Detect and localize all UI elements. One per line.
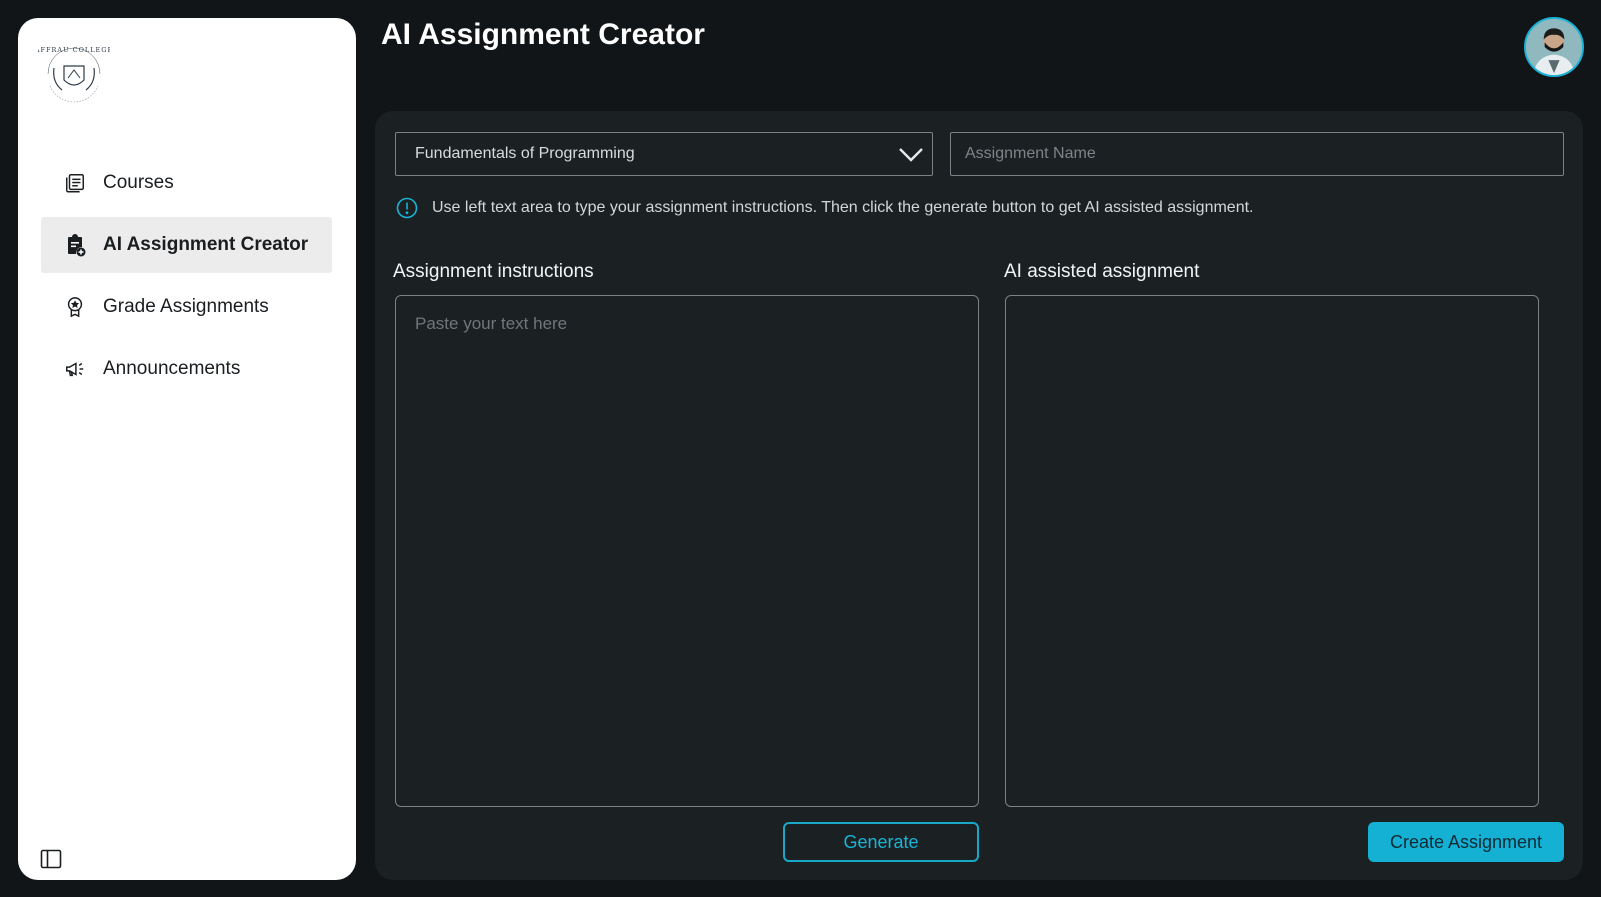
course-select[interactable]: Fundamentals of Programming <box>395 132 933 176</box>
award-badge-icon <box>63 295 87 319</box>
hint-text: Use left text area to type your assignme… <box>432 199 1254 216</box>
sidebar-item-label: Grade Assignments <box>103 296 269 317</box>
course-select-value: Fundamentals of Programming <box>415 145 635 162</box>
sidebar-item-grade-assignments[interactable]: Grade Assignments <box>41 279 332 335</box>
info-icon <box>396 197 418 219</box>
courses-icon <box>63 171 87 195</box>
assignment-name-input[interactable] <box>950 132 1564 176</box>
assignment-panel: Fundamentals of Programming Use left tex… <box>375 111 1583 880</box>
user-avatar[interactable] <box>1524 17 1584 77</box>
create-assignment-button[interactable]: Create Assignment <box>1368 822 1564 862</box>
sidebar-nav: Courses AI Assignment Creator Grade Assi… <box>41 155 332 403</box>
generate-button[interactable]: Generate <box>783 822 979 862</box>
svg-text:AFFRAU COLLEGE: AFFRAU COLLEGE <box>38 46 110 54</box>
sidebar-item-ai-assignment-creator[interactable]: AI Assignment Creator <box>41 217 332 273</box>
sidebar-item-label: Courses <box>103 172 174 193</box>
instructions-label: Assignment instructions <box>393 261 594 282</box>
megaphone-icon <box>63 357 87 381</box>
ai-assignment-label: AI assisted assignment <box>1004 261 1200 282</box>
sidebar-item-announcements[interactable]: Announcements <box>41 341 332 397</box>
instructions-textarea[interactable] <box>395 295 979 807</box>
sidebar-collapse-icon[interactable] <box>40 848 62 870</box>
sidebar-item-label: Announcements <box>103 358 241 379</box>
page-title: AI Assignment Creator <box>381 18 705 51</box>
chevron-down-icon <box>899 148 923 162</box>
clipboard-plus-icon <box>63 233 87 257</box>
sidebar-item-label: AI Assignment Creator <box>103 234 309 255</box>
sidebar-item-courses[interactable]: Courses <box>41 155 332 211</box>
sidebar: AFFRAU COLLEGE Courses AI Assignment Cre… <box>18 18 356 880</box>
college-logo: AFFRAU COLLEGE <box>34 38 112 110</box>
ai-assignment-output[interactable] <box>1005 295 1539 807</box>
instruction-hint: Use left text area to type your assignme… <box>396 197 1253 219</box>
